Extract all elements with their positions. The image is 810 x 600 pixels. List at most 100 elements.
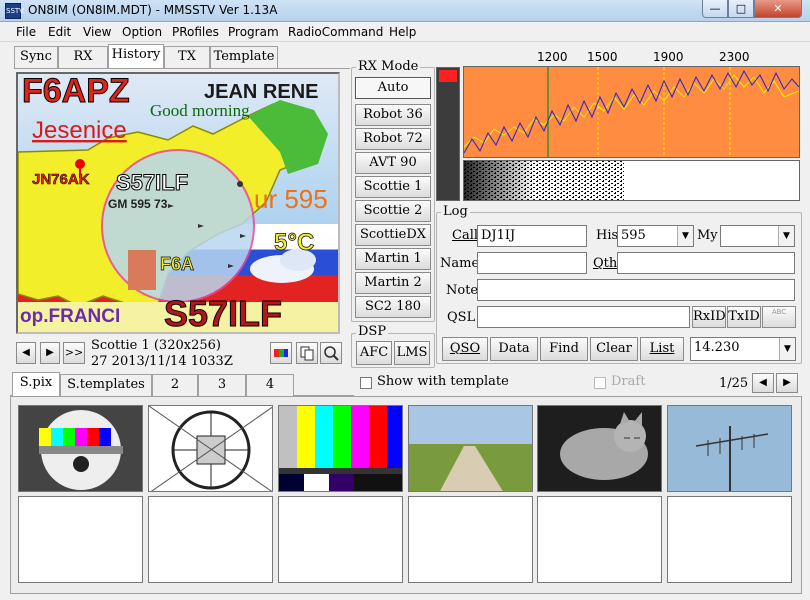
tab-stemplates-1[interactable]: S.templates 1 bbox=[60, 374, 152, 412]
maximize-button[interactable]: □ bbox=[728, 0, 754, 18]
img-name: JEAN RENE bbox=[204, 81, 318, 103]
qsl-input[interactable] bbox=[477, 306, 690, 328]
name-label: Name bbox=[440, 256, 480, 271]
qso-button[interactable]: QSO bbox=[442, 337, 488, 361]
title-bar: SSTV ON8IM (ON8IM.MDT) - MMSSTV Ver 1.13… bbox=[0, 0, 810, 22]
copy-button[interactable] bbox=[296, 342, 318, 364]
spell-check-button[interactable]: ABC bbox=[762, 306, 796, 328]
qsl-label: QSL bbox=[447, 310, 476, 325]
tab-stemplates-2[interactable]: 2 bbox=[152, 374, 198, 396]
his-combo[interactable]: 595 ▼ bbox=[617, 225, 694, 247]
rxid-button[interactable]: RxID bbox=[692, 306, 726, 328]
find-button[interactable]: Find bbox=[540, 337, 588, 361]
data-button[interactable]: Data bbox=[490, 337, 538, 361]
log-label: Log bbox=[441, 204, 470, 219]
img-to: F6A bbox=[160, 254, 194, 274]
page-indicator: 1/25 bbox=[719, 376, 749, 391]
my-combo[interactable]: ▼ bbox=[720, 225, 795, 247]
thumbnail-color-bars[interactable] bbox=[278, 405, 403, 492]
chevron-down-icon[interactable]: ▼ bbox=[779, 338, 795, 360]
mode-scottie1-button[interactable]: Scottie 1 bbox=[355, 176, 431, 198]
thumbnail-empty-1[interactable] bbox=[18, 496, 143, 583]
menu-radiocommand[interactable]: RadioCommand bbox=[288, 25, 383, 39]
next-image-button[interactable]: ▶ bbox=[40, 342, 60, 364]
tab-sync[interactable]: Sync bbox=[14, 46, 58, 68]
page-next-button[interactable]: ▶ bbox=[776, 373, 798, 393]
thumbnail-empty-6[interactable] bbox=[667, 496, 792, 583]
test-card-color-image bbox=[19, 406, 142, 491]
img-city: Jesenice bbox=[32, 117, 127, 144]
received-image: F6APZ JEAN RENE Good morning Jesenice JN… bbox=[16, 72, 340, 334]
thumbnail-test-card-color[interactable] bbox=[18, 405, 143, 492]
tab-spix[interactable]: S.pix bbox=[12, 372, 60, 396]
frequency-value: 14.230 bbox=[694, 340, 740, 355]
window-title: ON8IM (ON8IM.MDT) - MMSSTV Ver 1.13A bbox=[28, 3, 278, 17]
image-timestamp: 27 2013/11/14 1033Z bbox=[91, 354, 233, 369]
rx-mode-label: RX Mode bbox=[356, 59, 421, 74]
minimize-button[interactable]: — bbox=[702, 0, 728, 18]
mode-avt90-button[interactable]: AVT 90 bbox=[355, 152, 431, 174]
call-input[interactable]: DJ1IJ bbox=[477, 225, 587, 247]
mode-martin2-button[interactable]: Martin 2 bbox=[355, 272, 431, 294]
menu-bar: File Edit View Option PRofiles Program R… bbox=[0, 22, 810, 42]
thumbnail-sleeping-cat[interactable] bbox=[537, 405, 662, 492]
thumbnail-empty-2[interactable] bbox=[148, 496, 273, 583]
chevron-down-icon[interactable]: ▼ bbox=[778, 226, 794, 246]
tab-tx[interactable]: TX bbox=[164, 46, 210, 68]
tab-stemplates-4[interactable]: 4 bbox=[246, 374, 294, 396]
tab-template[interactable]: Template bbox=[210, 46, 278, 68]
txid-button[interactable]: TxID bbox=[727, 306, 761, 328]
img-coords: GM 595 73 bbox=[108, 197, 168, 211]
mode-martin1-button[interactable]: Martin 1 bbox=[355, 248, 431, 270]
lms-button[interactable]: LMS bbox=[394, 341, 430, 365]
prev-image-button[interactable]: ◀ bbox=[16, 342, 36, 364]
menu-profiles[interactable]: PRofiles bbox=[172, 25, 219, 39]
thumbnail-country-road[interactable] bbox=[408, 405, 533, 492]
chevron-down-icon[interactable]: ▼ bbox=[677, 226, 693, 246]
show-template-label: Show with template bbox=[377, 374, 509, 389]
arrow-left-icon: ◀ bbox=[759, 377, 767, 388]
thumbnail-antenna-tower[interactable] bbox=[667, 405, 792, 492]
mode-info: Scottie 1 (320x256) bbox=[91, 338, 221, 353]
page-prev-button[interactable]: ◀ bbox=[752, 373, 774, 393]
note-input[interactable] bbox=[477, 279, 795, 301]
list-button[interactable]: List bbox=[640, 337, 684, 361]
thumbnail-test-card-bw[interactable] bbox=[148, 405, 273, 492]
color-tool-button[interactable] bbox=[270, 342, 292, 364]
tab-history[interactable]: History bbox=[108, 44, 164, 68]
copy-icon bbox=[300, 346, 314, 361]
draft-label: Draft bbox=[611, 374, 646, 389]
last-image-button[interactable]: >> bbox=[63, 342, 85, 364]
his-label: His bbox=[596, 228, 619, 243]
menu-help[interactable]: Help bbox=[389, 25, 416, 39]
mode-sc2-180-button[interactable]: SC2 180 bbox=[355, 296, 431, 318]
mode-scottie2-button[interactable]: Scottie 2 bbox=[355, 200, 431, 222]
menu-program[interactable]: Program bbox=[228, 25, 279, 39]
clear-button[interactable]: Clear bbox=[590, 337, 638, 361]
menu-file[interactable]: File bbox=[16, 25, 36, 39]
mode-robot36-button[interactable]: Robot 36 bbox=[355, 104, 431, 126]
mode-auto-button[interactable]: Auto bbox=[355, 77, 431, 99]
mode-scottiedx-button[interactable]: ScottieDX bbox=[355, 224, 431, 246]
close-button[interactable]: ✕ bbox=[754, 0, 802, 18]
tab-stemplates-3[interactable]: 3 bbox=[198, 374, 246, 396]
thumbnail-empty-5[interactable] bbox=[537, 496, 662, 583]
zoom-button[interactable] bbox=[320, 342, 342, 364]
frequency-combo[interactable]: 14.230 ▼ bbox=[690, 337, 796, 361]
mode-robot72-button[interactable]: Robot 72 bbox=[355, 128, 431, 150]
draft-checkbox[interactable] bbox=[594, 377, 606, 389]
dsp-label: DSP bbox=[356, 324, 389, 339]
menu-view[interactable]: View bbox=[83, 25, 111, 39]
menu-option[interactable]: Option bbox=[122, 25, 162, 39]
menu-edit[interactable]: Edit bbox=[48, 25, 71, 39]
his-value: 595 bbox=[621, 228, 646, 243]
spectrum-display[interactable] bbox=[463, 66, 800, 158]
qth-input[interactable] bbox=[617, 252, 795, 274]
name-input[interactable] bbox=[477, 252, 587, 274]
call-label: Call bbox=[452, 228, 479, 243]
afc-button[interactable]: AFC bbox=[356, 341, 392, 365]
tab-rx[interactable]: RX bbox=[58, 46, 108, 68]
thumbnail-empty-4[interactable] bbox=[408, 496, 533, 583]
show-template-checkbox[interactable] bbox=[360, 377, 372, 389]
thumbnail-empty-3[interactable] bbox=[278, 496, 403, 583]
